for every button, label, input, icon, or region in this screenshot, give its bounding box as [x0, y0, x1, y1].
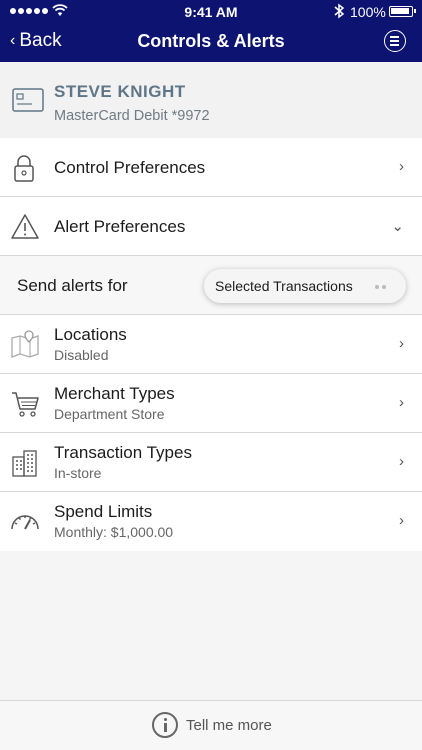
tell-me-more-button[interactable]: Tell me more: [0, 700, 422, 750]
control-preferences-row[interactable]: Control Preferences ›: [0, 138, 422, 197]
chevron-right-icon: ›: [399, 453, 404, 470]
battery-icon: [389, 6, 416, 17]
alert-item-label: Spend Limits: [54, 502, 153, 521]
battery-percent: 100%: [350, 4, 386, 20]
card-description: MasterCard Debit *9972: [54, 108, 210, 124]
alert-preferences-label: Alert Preferences: [54, 217, 186, 236]
menu-button[interactable]: [384, 30, 406, 52]
alert-item-label: Locations: [54, 325, 127, 344]
nav-header: 9:41 AM 100% ‹ Back Controls & Alerts: [0, 0, 422, 62]
alert-item-value: In-store: [54, 465, 102, 481]
credit-card-icon: [12, 88, 44, 112]
alert-item-label: Merchant Types: [54, 384, 175, 403]
send-alerts-label: Send alerts for: [17, 276, 128, 295]
page-title: Controls & Alerts: [137, 31, 285, 51]
bluetooth-icon: [334, 3, 345, 19]
send-alerts-row: Send alerts for Selected Transactions: [0, 256, 422, 315]
menu-icon-line: [390, 40, 399, 42]
cardholder-name: STEVE KNIGHT: [54, 82, 186, 101]
building-icon: [12, 450, 37, 477]
alert-item-locations[interactable]: Locations Disabled ›: [0, 315, 422, 374]
warning-icon: [11, 214, 39, 239]
more-dots-icon: [375, 285, 386, 289]
alert-scope-value: Selected Transactions: [215, 278, 353, 294]
alert-item-transaction-types[interactable]: Transaction Types In-store ›: [0, 433, 422, 492]
gauge-icon: [11, 515, 39, 530]
alert-item-value: Disabled: [54, 347, 109, 363]
alert-item-value: Department Store: [54, 406, 165, 422]
control-preferences-label: Control Preferences: [54, 158, 206, 177]
info-icon: [152, 712, 178, 738]
map-icon: [11, 330, 39, 358]
tell-me-more-label: Tell me more: [186, 717, 272, 734]
alert-item-label: Transaction Types: [54, 443, 192, 462]
alert-item-spend-limits[interactable]: Spend Limits Monthly: $1,000.00 ›: [0, 492, 422, 551]
chevron-right-icon: ›: [399, 335, 404, 352]
chevron-right-icon: ›: [399, 158, 404, 175]
alert-scope-selector[interactable]: Selected Transactions: [204, 269, 406, 303]
chevron-down-icon: ⌄: [391, 218, 404, 235]
chevron-right-icon: ›: [399, 512, 404, 529]
lock-icon: [14, 155, 34, 182]
menu-icon: [390, 36, 399, 38]
cart-icon: [12, 392, 39, 417]
alert-item-merchant-types[interactable]: Merchant Types Department Store ›: [0, 374, 422, 433]
menu-icon-line: [390, 44, 399, 46]
alert-preferences-row[interactable]: Alert Preferences ⌄: [0, 197, 422, 256]
card-summary: STEVE KNIGHT MasterCard Debit *9972: [0, 62, 422, 138]
alert-item-value: Monthly: $1,000.00: [54, 524, 174, 540]
status-bar: 9:41 AM 100%: [0, 0, 422, 24]
chevron-right-icon: ›: [399, 394, 404, 411]
